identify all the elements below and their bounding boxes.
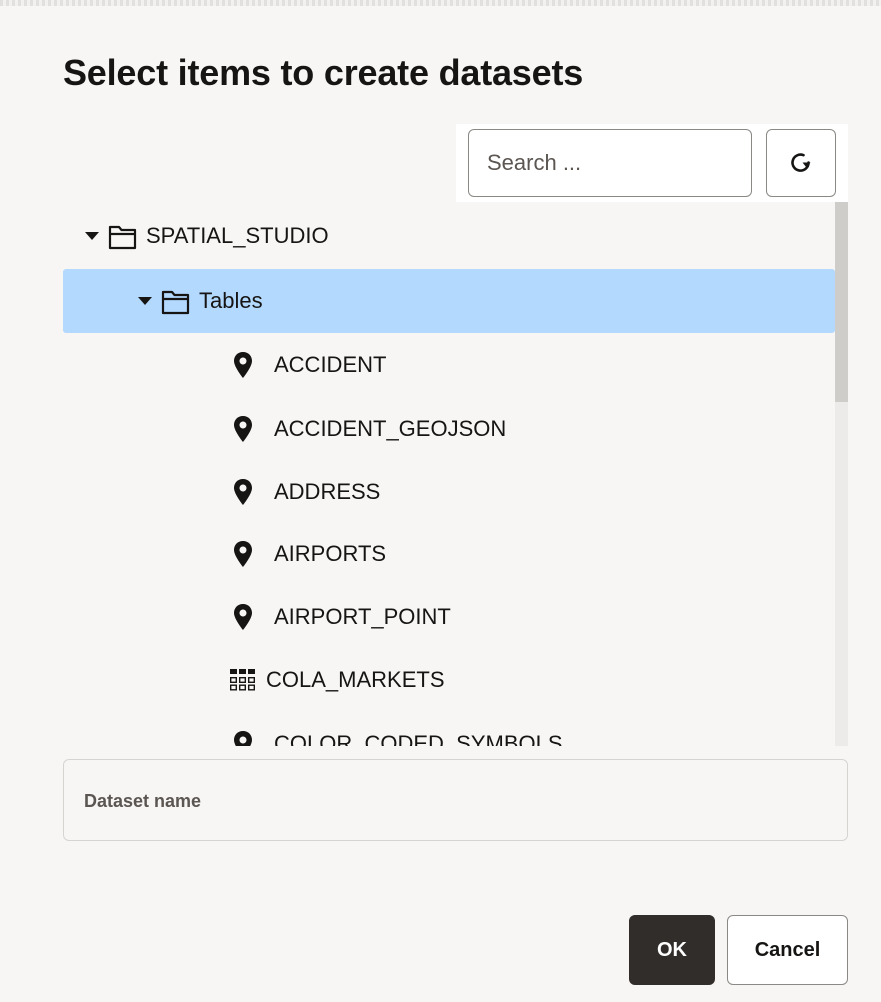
- folder-icon: [108, 222, 138, 250]
- tree-item-label: AIRPORT_POINT: [274, 604, 451, 629]
- tree-view: SPATIAL_STUDIO Tables ACCIDENT ACCIDENT_…: [63, 202, 835, 746]
- tree-item-label: COLA_MARKETS: [266, 667, 445, 692]
- tree-item[interactable]: ACCIDENT: [63, 333, 835, 397]
- scrollbar-thumb[interactable]: [835, 202, 848, 402]
- dataset-name-input[interactable]: [82, 810, 826, 838]
- map-pin-icon: [230, 415, 256, 443]
- dialog-title: Select items to create datasets: [63, 52, 584, 93]
- tree-item[interactable]: COLOR_CODED_SYMBOLS: [63, 712, 835, 746]
- tree-node-tables[interactable]: Tables: [63, 269, 835, 333]
- map-pin-icon: [230, 540, 256, 568]
- tree-node-label: Tables: [199, 288, 263, 313]
- map-pin-icon: [230, 478, 256, 506]
- refresh-icon: [788, 150, 814, 176]
- tree-scrollbar[interactable]: [835, 202, 848, 746]
- tree-item-label: AIRPORTS: [274, 541, 387, 566]
- dataset-name-field[interactable]: Dataset name: [63, 759, 848, 841]
- folder-icon: [161, 287, 191, 315]
- map-pin-icon: [230, 730, 256, 746]
- tree-item[interactable]: ACCIDENT_GEOJSON: [63, 397, 835, 461]
- cancel-button[interactable]: Cancel: [727, 915, 848, 985]
- tree-item[interactable]: AIRPORTS: [63, 522, 835, 586]
- tree-item[interactable]: AIRPORT_POINT: [63, 585, 835, 649]
- tree-item[interactable]: ADDRESS: [63, 460, 835, 524]
- caret-down-icon[interactable]: [136, 296, 154, 306]
- tree-node-label: SPATIAL_STUDIO: [146, 223, 329, 248]
- tree-item-label: ACCIDENT: [274, 352, 387, 377]
- tree-item[interactable]: COLA_MARKETS: [63, 648, 835, 712]
- tree-node-root[interactable]: SPATIAL_STUDIO: [63, 204, 835, 268]
- refresh-button[interactable]: [766, 129, 836, 197]
- search-input[interactable]: [468, 129, 752, 197]
- caret-down-icon[interactable]: [83, 231, 101, 241]
- map-pin-icon: [230, 351, 256, 379]
- grid-icon: [230, 669, 256, 691]
- search-toolbar: [456, 124, 848, 202]
- ok-button[interactable]: OK: [629, 915, 715, 985]
- tree-item-label: COLOR_CODED_SYMBOLS: [274, 731, 563, 746]
- top-edge-strip: [0, 0, 881, 6]
- map-pin-icon: [230, 603, 256, 631]
- tree-item-label: ACCIDENT_GEOJSON: [274, 416, 507, 441]
- dataset-name-label: Dataset name: [84, 791, 202, 811]
- tree-item-label: ADDRESS: [274, 479, 381, 504]
